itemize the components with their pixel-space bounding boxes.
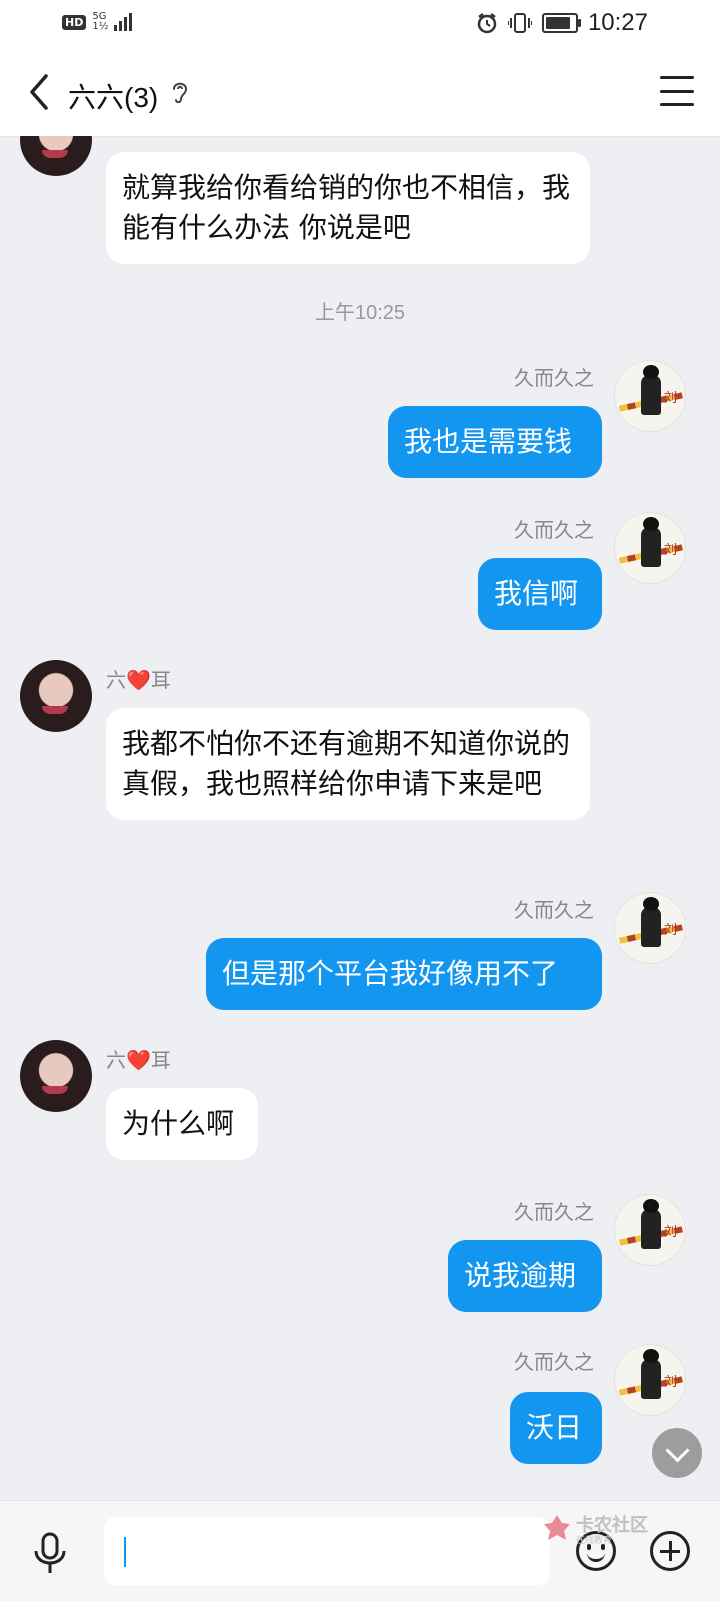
back-arrow-icon[interactable] bbox=[22, 70, 62, 114]
signal-icon bbox=[114, 13, 133, 31]
text-caret bbox=[124, 1537, 126, 1567]
chat-title[interactable]: 六六(3) bbox=[68, 76, 158, 116]
network-indicator: 5G 1½ bbox=[92, 12, 108, 32]
message-bubble-outgoing[interactable]: 但是那个平台我好像用不了 bbox=[206, 938, 602, 1010]
scroll-to-bottom-button[interactable] bbox=[652, 1428, 702, 1478]
message-bubble-incoming[interactable]: 我都不怕你不还有逾期不知道你说的真假，我也照样给你申请下来是吧 bbox=[106, 708, 590, 820]
watermark-logo-icon bbox=[544, 1515, 570, 1540]
sender-name: 久而久之 bbox=[514, 1200, 594, 1224]
ear-icon[interactable] bbox=[168, 78, 192, 106]
input-bar: 卡农社区 在线教育 bbox=[0, 1500, 720, 1601]
sender-name: 久而久之 bbox=[514, 1350, 594, 1374]
vibrate-icon bbox=[507, 13, 532, 33]
avatar[interactable] bbox=[20, 1040, 92, 1112]
avatar[interactable]: 刘 bbox=[614, 360, 686, 432]
alarm-icon bbox=[477, 13, 497, 34]
battery-icon bbox=[541, 13, 581, 33]
message-bubble-outgoing[interactable]: 沃日 bbox=[510, 1392, 602, 1464]
status-left: HD 5G 1½ bbox=[62, 12, 133, 32]
status-bar: HD 5G 1½ 10:27 bbox=[0, 0, 720, 48]
status-right: 10:27 bbox=[476, 9, 648, 37]
chat-header: 六六(3) bbox=[0, 48, 720, 137]
avatar[interactable]: 刘 bbox=[614, 1344, 686, 1416]
message-bubble-incoming[interactable]: 就算我给你看给销的你也不相信，我能有什么办法 你说是吧 bbox=[106, 152, 590, 264]
timestamp: 上午10:25 bbox=[314, 302, 406, 324]
message-bubble-outgoing[interactable]: 我信啊 bbox=[478, 558, 602, 630]
avatar[interactable]: 刘 bbox=[614, 892, 686, 964]
avatar[interactable]: 刘 bbox=[614, 1194, 686, 1266]
watermark-subtext: 在线教育 bbox=[576, 1536, 613, 1546]
avatar[interactable]: 刘 bbox=[614, 512, 686, 584]
network-sub: 1½ bbox=[92, 21, 109, 32]
sender-name: 六❤️耳 bbox=[106, 1048, 171, 1072]
clock: 10:27 bbox=[587, 9, 648, 36]
message-bubble-outgoing[interactable]: 我也是需要钱 bbox=[388, 406, 602, 478]
hd-badge: HD bbox=[62, 14, 87, 30]
sender-name: 久而久之 bbox=[514, 898, 594, 922]
microphone-icon[interactable] bbox=[30, 1531, 70, 1575]
sender-name: 久而久之 bbox=[514, 518, 594, 542]
message-bubble-incoming[interactable]: 为什么啊 bbox=[106, 1088, 258, 1160]
avatar[interactable] bbox=[20, 136, 92, 176]
sender-name: 久而久之 bbox=[514, 366, 594, 390]
watermark: 卡农社区 在线教育 bbox=[542, 1509, 682, 1546]
message-list[interactable]: 就算我给你看给销的你也不相信，我能有什么办法 你说是吧 上午10:25 久而久之… bbox=[0, 136, 720, 1472]
avatar[interactable] bbox=[20, 660, 92, 732]
message-input[interactable] bbox=[104, 1517, 550, 1585]
message-bubble-outgoing[interactable]: 说我逾期 bbox=[448, 1240, 602, 1312]
menu-icon[interactable] bbox=[660, 76, 694, 106]
sender-name: 六❤️耳 bbox=[106, 668, 171, 692]
